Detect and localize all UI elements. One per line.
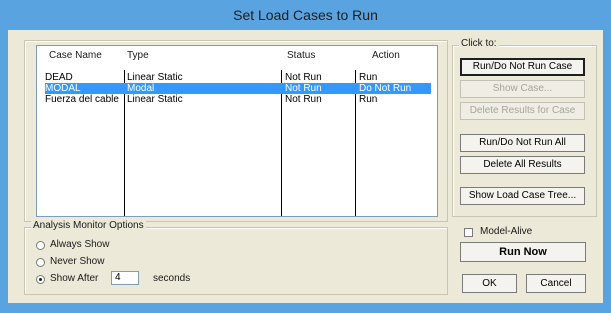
never-show-radio[interactable] xyxy=(36,258,45,267)
model-alive-label[interactable]: Model-Alive xyxy=(480,226,532,237)
model-alive-checkbox[interactable] xyxy=(464,228,473,237)
header-type: Type xyxy=(127,50,149,61)
cell-type: Linear Static xyxy=(127,94,183,105)
header-action: Action xyxy=(372,50,400,61)
window-title: Set Load Cases to Run xyxy=(233,7,378,23)
seconds-label: seconds xyxy=(153,273,191,284)
show-load-case-tree-button[interactable]: Show Load Case Tree... xyxy=(460,187,585,205)
run-now-button[interactable]: Run Now xyxy=(460,242,586,262)
always-show-radio[interactable] xyxy=(36,241,45,250)
cell-case-name: DEAD xyxy=(45,72,73,83)
cell-action: Run xyxy=(359,72,378,83)
run-do-not-run-case-button[interactable]: Run/Do Not Run Case xyxy=(460,58,585,76)
delete-results-for-case-button[interactable]: Delete Results for Case xyxy=(460,102,585,120)
never-show-label[interactable]: Never Show xyxy=(50,256,104,267)
header-case-name: Case Name xyxy=(49,50,102,61)
cell-case-name: MODAL xyxy=(45,83,81,94)
header-status: Status xyxy=(287,50,316,61)
cell-status: Not Run xyxy=(285,94,322,105)
always-show-label[interactable]: Always Show xyxy=(50,239,109,250)
cell-action: Run xyxy=(359,94,378,105)
show-after-radio[interactable] xyxy=(36,275,45,284)
ok-button[interactable]: OK xyxy=(462,274,517,293)
table-row[interactable]: Fuerza del cable Linear Static Not Run R… xyxy=(45,94,431,105)
cell-type: Linear Static xyxy=(127,72,183,83)
click-to-legend: Click to: xyxy=(459,38,499,49)
delete-all-results-button[interactable]: Delete All Results xyxy=(460,156,585,174)
seconds-input[interactable]: 4 xyxy=(111,271,139,285)
show-case-button[interactable]: Show Case... xyxy=(460,80,585,98)
cell-action: Do Not Run xyxy=(359,83,412,94)
dialog-window: Set Load Cases to Run Case Name Type Sta… xyxy=(0,0,611,313)
show-after-label[interactable]: Show After xyxy=(50,273,98,284)
cell-case-name: Fuerza del cable xyxy=(45,94,119,105)
table-row[interactable]: MODAL Modal Not Run Do Not Run xyxy=(45,83,431,94)
load-cases-list[interactable]: Case Name Type Status Action DEAD Linear… xyxy=(36,45,438,217)
dialog-client-area: Case Name Type Status Action DEAD Linear… xyxy=(8,30,603,303)
analysis-monitor-legend: Analysis Monitor Options xyxy=(31,220,146,231)
cancel-button[interactable]: Cancel xyxy=(526,274,586,293)
cell-status: Not Run xyxy=(285,83,322,94)
cell-status: Not Run xyxy=(285,72,322,83)
cell-type: Modal xyxy=(127,83,155,94)
table-row[interactable]: DEAD Linear Static Not Run Run xyxy=(45,72,431,83)
run-do-not-run-all-button[interactable]: Run/Do Not Run All xyxy=(460,134,585,152)
